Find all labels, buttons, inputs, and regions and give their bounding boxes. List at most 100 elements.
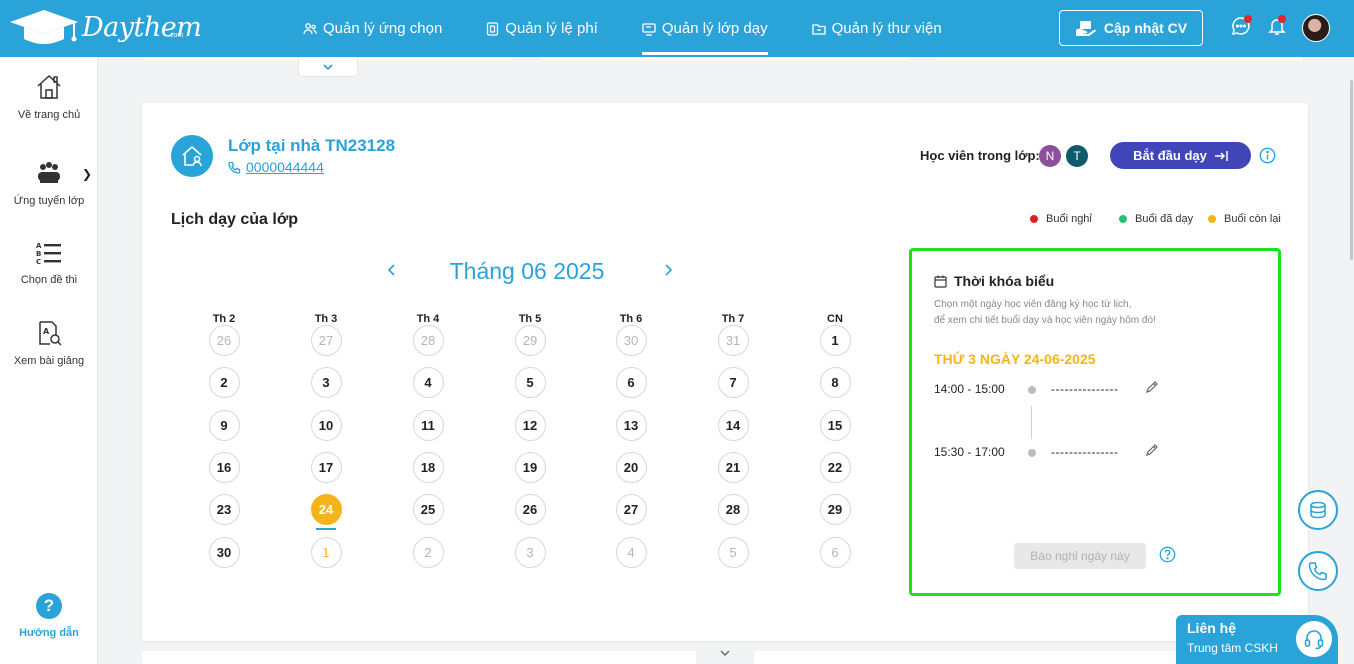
calendar-day[interactable]: 4 xyxy=(615,536,647,568)
next-month-button[interactable] xyxy=(663,263,675,277)
expand-toggle[interactable] xyxy=(298,57,358,77)
calendar-day[interactable]: 3 xyxy=(310,366,342,398)
month-title: Tháng 06 2025 xyxy=(449,258,605,284)
student-avatar[interactable]: N xyxy=(1039,145,1061,167)
student-avatar[interactable]: T xyxy=(1066,145,1088,167)
calendar-day[interactable]: 29 xyxy=(819,493,851,525)
students-label: Học viên trong lớp: xyxy=(920,148,1040,163)
slot-time: 15:30 - 17:00 xyxy=(934,445,1005,459)
slot-time: 14:00 - 15:00 xyxy=(934,382,1005,396)
calendar-day[interactable]: 3 xyxy=(514,536,546,568)
calendar-day[interactable]: 31 xyxy=(717,324,749,356)
nav-item-fees[interactable]: Quản lý lệ phí xyxy=(486,0,598,57)
user-avatar[interactable] xyxy=(1302,14,1330,42)
edit-pencil-icon[interactable] xyxy=(1145,380,1159,394)
nav-item-label: Quản lý lớp dạy xyxy=(661,20,768,37)
calendar-day[interactable]: 22 xyxy=(819,451,851,483)
calendar-day[interactable]: 6 xyxy=(819,536,851,568)
calendar-day[interactable]: 4 xyxy=(412,366,444,398)
calendar-day[interactable]: 2 xyxy=(412,536,444,568)
calendar-day[interactable]: 14 xyxy=(717,409,749,441)
calendar-day[interactable]: 27 xyxy=(310,324,342,356)
legend-label: Buổi đã dạy xyxy=(1135,213,1194,225)
contact-support-widget[interactable]: Liên hệ Trung tâm CSKH xyxy=(1176,615,1338,664)
calendar-day[interactable]: 5 xyxy=(514,366,546,398)
calendar-day[interactable]: 24 xyxy=(310,493,342,525)
calendar-day[interactable]: 2 xyxy=(208,366,240,398)
logo[interactable]: Daythem xyxy=(8,6,202,48)
edit-pencil-icon[interactable] xyxy=(1145,443,1159,457)
contact-subtitle: Trung tâm CSKH xyxy=(1187,641,1278,655)
calendar-day[interactable]: 1 xyxy=(310,536,342,568)
home-class-icon xyxy=(171,135,213,177)
chevron-right-icon[interactable]: ❯ xyxy=(82,167,92,181)
legend-label: Buổi còn lại xyxy=(1224,213,1281,225)
sidebar-item-label: Xem bài giảng xyxy=(13,355,85,367)
nav-item-applications[interactable]: Quản lý ứng chọn xyxy=(303,0,442,57)
legend-dot xyxy=(1208,215,1216,223)
calendar-day[interactable]: 30 xyxy=(615,324,647,356)
calendar-day[interactable]: 10 xyxy=(310,409,342,441)
calendar-day[interactable]: 12 xyxy=(514,409,546,441)
home-icon xyxy=(37,74,61,99)
calendar-day[interactable]: 15 xyxy=(819,409,851,441)
calendar-day[interactable]: 28 xyxy=(412,324,444,356)
calendar-day[interactable]: 21 xyxy=(717,451,749,483)
class-schedule-card: Lớp tại nhà TN23128 0000044444 Học viên … xyxy=(142,103,1308,641)
nav-item-library[interactable]: Quản lý thư viện xyxy=(811,0,942,57)
sidebar-item-exam[interactable]: ABC Chọn đề thi xyxy=(0,240,98,286)
calendar-day[interactable]: 26 xyxy=(208,324,240,356)
chevron-down-icon xyxy=(323,63,333,70)
calendar-day[interactable]: 27 xyxy=(615,493,647,525)
sidebar-item-label: Chọn đề thi xyxy=(20,274,78,286)
sidebar-item-lessons[interactable]: A Xem bài giảng xyxy=(0,319,98,367)
database-float-button[interactable] xyxy=(1298,490,1338,530)
calendar-day[interactable]: 30 xyxy=(208,536,240,568)
calendar-day[interactable]: 29 xyxy=(514,324,546,356)
notification-button[interactable] xyxy=(1267,15,1289,38)
slot-student: --------------- xyxy=(1051,382,1119,396)
scrollbar-thumb[interactable] xyxy=(1350,80,1353,260)
calendar-day[interactable]: 13 xyxy=(615,409,647,441)
chat-button[interactable] xyxy=(1231,15,1253,38)
calendar-day[interactable]: 6 xyxy=(615,366,647,398)
calendar-day[interactable]: 26 xyxy=(514,493,546,525)
calendar-day[interactable]: 9 xyxy=(208,409,240,441)
calendar-day[interactable]: 19 xyxy=(514,451,546,483)
info-icon[interactable] xyxy=(1259,147,1276,164)
sidebar-item-label: Ứng tuyển lớp xyxy=(13,195,85,207)
question-icon[interactable] xyxy=(1159,546,1176,563)
sidebar-item-label: Về trang chủ xyxy=(17,109,81,121)
svg-text:C: C xyxy=(36,258,41,266)
slot-dot xyxy=(1028,386,1036,394)
calendar-day[interactable]: 23 xyxy=(208,493,240,525)
calendar-day[interactable]: 20 xyxy=(615,451,647,483)
sidebar-item-home[interactable]: Về trang chủ xyxy=(0,73,98,121)
start-teaching-button[interactable]: Bắt đầu dạy xyxy=(1110,142,1251,169)
calendar-day[interactable]: 7 xyxy=(717,366,749,398)
calendar-day[interactable]: 8 xyxy=(819,366,851,398)
nav-item-classes[interactable]: Quản lý lớp dạy xyxy=(641,0,768,57)
legend-dot xyxy=(1119,215,1127,223)
call-float-button[interactable] xyxy=(1298,551,1338,591)
start-teaching-label: Bắt đầu dạy xyxy=(1133,148,1207,163)
calendar-day[interactable]: 16 xyxy=(208,451,240,483)
timetable-hint-line: để xem chi tiết buổi dạy và học viên ngà… xyxy=(934,315,1156,326)
report-absence-button[interactable]: Báo nghỉ ngày này xyxy=(1014,543,1146,569)
calendar-day[interactable]: 18 xyxy=(412,451,444,483)
svg-text:A: A xyxy=(43,327,50,336)
list-abc-icon: ABC xyxy=(36,242,61,266)
calendar-day[interactable]: 1 xyxy=(819,324,851,356)
chevron-down-icon[interactable] xyxy=(718,648,732,658)
class-phone-link[interactable]: 0000044444 xyxy=(228,159,324,175)
calendar-day[interactable]: 11 xyxy=(412,409,444,441)
prev-month-button[interactable] xyxy=(385,263,397,277)
svg-text:A: A xyxy=(36,242,42,250)
calendar-day[interactable]: 17 xyxy=(310,451,342,483)
classroom-icon xyxy=(642,22,656,36)
update-cv-button[interactable]: Cập nhật CV xyxy=(1059,10,1203,46)
calendar-day[interactable]: 28 xyxy=(717,493,749,525)
help-button[interactable]: ? Hướng dẫn xyxy=(0,593,98,639)
calendar-day[interactable]: 5 xyxy=(717,536,749,568)
calendar-day[interactable]: 25 xyxy=(412,493,444,525)
